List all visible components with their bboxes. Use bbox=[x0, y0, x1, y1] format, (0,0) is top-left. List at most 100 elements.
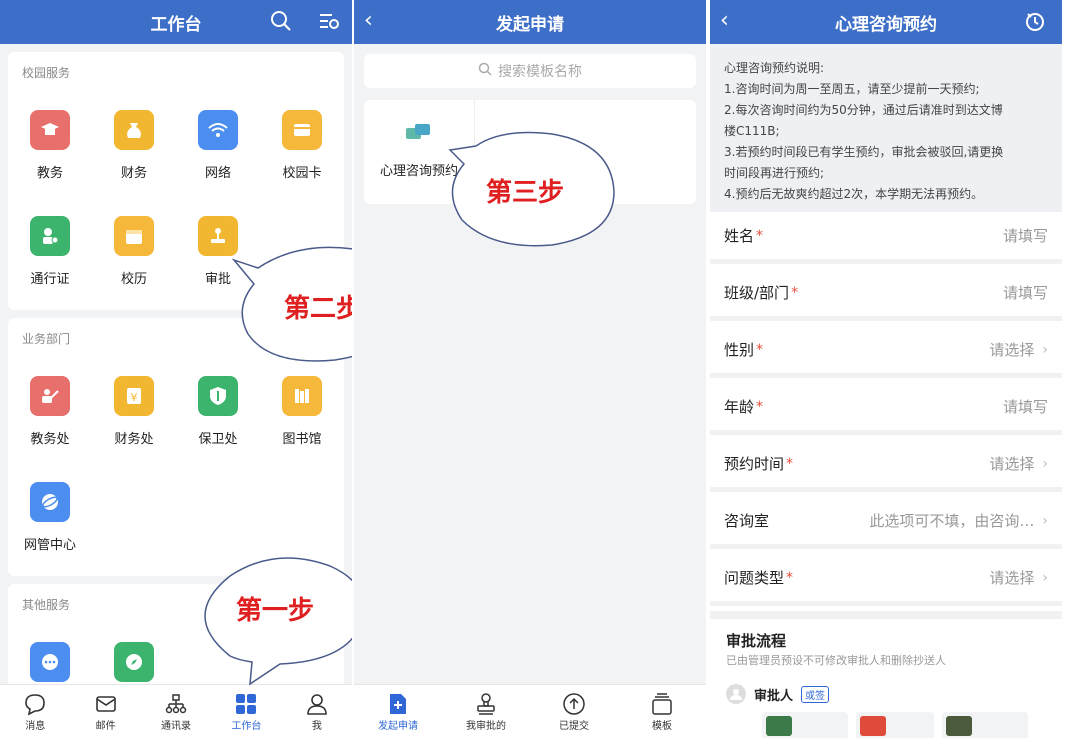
settings-icon[interactable] bbox=[318, 10, 340, 37]
app-label: 网络 bbox=[204, 166, 231, 181]
app-label: 教务 bbox=[36, 166, 63, 181]
mail-icon bbox=[70, 691, 140, 717]
section-title: 校园服务 bbox=[22, 66, 71, 80]
form-panel: ‹ 心理咨询预约 心理咨询预约说明: 1.咨询时间为周一至周五，请至少提前一天预… bbox=[710, 0, 1062, 738]
avatar bbox=[766, 716, 792, 736]
app-academic[interactable]: 教务 bbox=[8, 110, 92, 181]
approval-flow-subtitle: 已由管理员预设不可修改审批人和删除抄送人 bbox=[726, 654, 946, 667]
section-title: 业务部门 bbox=[22, 332, 71, 346]
template-search-input[interactable]: 搜索模板名称 bbox=[364, 54, 696, 88]
tab-contacts[interactable]: 通讯录 bbox=[141, 685, 211, 738]
back-icon[interactable]: ‹ bbox=[364, 8, 373, 33]
app-network-center[interactable]: 网管中心 bbox=[8, 482, 92, 553]
field-value: 请选择 bbox=[989, 341, 1035, 359]
template-psych-consult[interactable]: 心理咨询预约 bbox=[364, 100, 474, 204]
app-label: 审批 bbox=[204, 272, 231, 287]
divider bbox=[474, 100, 475, 204]
app-label: 通行证 bbox=[30, 272, 70, 287]
app-library[interactable]: 图书馆 bbox=[260, 376, 344, 447]
field-name[interactable]: 姓名 * 请填写 bbox=[710, 212, 1062, 264]
field-label: 咨询室 bbox=[724, 512, 770, 530]
field-label: 预约时间 bbox=[724, 455, 785, 473]
app-label: 财务处 bbox=[114, 432, 154, 447]
money-bag-icon bbox=[114, 110, 154, 150]
message-icon bbox=[0, 691, 70, 717]
notice-line: 1.咨询时间为周一至周五，请至少提前一天预约; bbox=[724, 82, 980, 96]
tab-new-apply[interactable]: 发起申请 bbox=[354, 685, 442, 738]
app-security-office[interactable]: 保卫处 bbox=[176, 376, 260, 447]
approval-flow-title: 审批流程 bbox=[726, 632, 787, 650]
approver-chip[interactable] bbox=[856, 712, 934, 738]
approver-chip[interactable] bbox=[942, 712, 1028, 738]
app-calendar[interactable]: 校历 bbox=[92, 216, 176, 287]
app-label: 保卫处 bbox=[198, 432, 238, 447]
history-icon[interactable] bbox=[1024, 10, 1046, 37]
field-age[interactable]: 年龄 * 请填写 bbox=[710, 383, 1062, 435]
apply-panel: ‹ 发起申请 搜索模板名称 心理咨询预约 发起申请 我审批的 已提交 模板 第三… bbox=[354, 0, 706, 738]
notice-line: 4.预约后无故爽约超过2次，本学期无法再预约。 bbox=[724, 187, 984, 201]
app-compass[interactable] bbox=[92, 642, 176, 682]
avatar bbox=[946, 716, 972, 736]
field-label: 姓名 bbox=[724, 227, 755, 245]
field-label: 问题类型 bbox=[724, 569, 785, 587]
app-finance[interactable]: 财务 bbox=[92, 110, 176, 181]
app-academic-office[interactable]: 教务处 bbox=[8, 376, 92, 447]
search-icon[interactable] bbox=[270, 10, 292, 37]
field-label: 性别 bbox=[724, 341, 755, 359]
teacher-icon bbox=[30, 376, 70, 416]
app-network[interactable]: 网络 bbox=[176, 110, 260, 181]
back-icon[interactable]: ‹ bbox=[720, 8, 729, 33]
tab-my-approvals[interactable]: 我审批的 bbox=[442, 685, 530, 738]
search-icon bbox=[478, 62, 492, 80]
apply-header: ‹ 发起申请 bbox=[354, 0, 706, 44]
approver-chip[interactable] bbox=[762, 712, 848, 738]
instructions: 心理咨询预约说明: 1.咨询时间为周一至周五，请至少提前一天预约; 2.每次咨询… bbox=[710, 44, 1062, 212]
app-finance-office[interactable]: ¥ 财务处 bbox=[92, 376, 176, 447]
chevron-right-icon: › bbox=[1042, 455, 1048, 472]
campus-services-card: 校园服务 教务 财务 网络 校园卡 通行证 校历 审批 bbox=[8, 52, 344, 310]
tab-label: 发起申请 bbox=[378, 721, 418, 732]
template-list: 心理咨询预约 bbox=[364, 100, 696, 204]
field-issue-type[interactable]: 问题类型 * 请选择 › bbox=[710, 554, 1062, 606]
required-mark: * bbox=[786, 569, 794, 586]
shield-icon bbox=[198, 376, 238, 416]
required-mark: * bbox=[791, 284, 799, 301]
tab-submitted[interactable]: 已提交 bbox=[530, 685, 618, 738]
field-class-dept[interactable]: 班级/部门 * 请填写 bbox=[710, 269, 1062, 321]
app-approval[interactable]: 审批 bbox=[176, 216, 260, 287]
tab-label: 模板 bbox=[652, 721, 672, 732]
tab-me[interactable]: 我 bbox=[282, 685, 352, 738]
tab-label: 通讯录 bbox=[161, 721, 192, 732]
tab-mail[interactable]: 邮件 bbox=[70, 685, 140, 738]
required-mark: * bbox=[756, 341, 764, 358]
person-icon bbox=[726, 684, 746, 704]
grid-icon bbox=[211, 691, 281, 717]
app-chat[interactable] bbox=[8, 642, 92, 682]
required-mark: * bbox=[756, 398, 764, 415]
field-value: 请填写 bbox=[1002, 227, 1048, 245]
notice-line: 心理咨询预约说明: bbox=[724, 61, 825, 75]
notice-line: 时间段再进行预约; bbox=[724, 166, 825, 180]
finance-icon: ¥ bbox=[114, 376, 154, 416]
tab-workbench[interactable]: 工作台 bbox=[211, 685, 281, 738]
field-value: 请填写 bbox=[1002, 284, 1048, 302]
required-mark: * bbox=[756, 227, 764, 244]
bottom-tab-bar: 发起申请 我审批的 已提交 模板 bbox=[354, 684, 706, 738]
field-appointment-time[interactable]: 预约时间 * 请选择 › bbox=[710, 440, 1062, 492]
field-room[interactable]: 咨询室 此选项可不填，由咨询… › bbox=[710, 497, 1062, 549]
notice-line: 3.若预约时间段已有学生预约，审批会被驳回,请更换 bbox=[724, 145, 1004, 159]
field-gender[interactable]: 性别 * 请选择 › bbox=[710, 326, 1062, 378]
app-campus-card[interactable]: 校园卡 bbox=[260, 110, 344, 181]
field-value: 请选择 bbox=[989, 455, 1035, 473]
layers-icon bbox=[618, 691, 706, 717]
stamp-icon bbox=[198, 216, 238, 256]
workbench-header: 工作台 bbox=[0, 0, 352, 44]
app-label: 校历 bbox=[120, 272, 147, 287]
chevron-right-icon: › bbox=[1042, 569, 1048, 586]
tab-messages[interactable]: 消息 bbox=[0, 685, 70, 738]
search-placeholder: 搜索模板名称 bbox=[498, 64, 582, 80]
tab-label: 消息 bbox=[25, 721, 46, 732]
app-pass[interactable]: 通行证 bbox=[8, 216, 92, 287]
tab-templates[interactable]: 模板 bbox=[618, 685, 706, 738]
person-icon bbox=[282, 691, 352, 717]
